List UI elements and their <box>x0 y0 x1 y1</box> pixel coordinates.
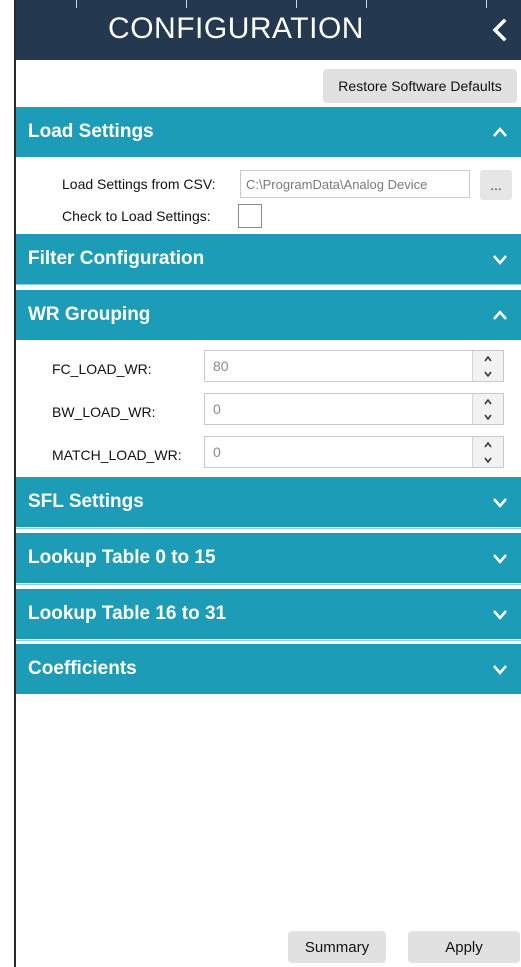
decrement-button[interactable] <box>473 409 503 424</box>
chevron-down-icon <box>493 255 507 265</box>
apply-button[interactable]: Apply <box>408 931 520 963</box>
section-load-settings[interactable]: Load Settings <box>16 107 521 157</box>
section-title: Filter Configuration <box>28 248 205 269</box>
section-divider <box>16 584 521 585</box>
bw-load-wr-stepper[interactable]: 0 <box>204 393 504 425</box>
summary-button[interactable]: Summary <box>288 931 386 963</box>
collapse-panel-button[interactable] <box>485 16 513 44</box>
chevron-down-icon <box>493 665 507 675</box>
section-wr-grouping[interactable]: WR Grouping <box>16 290 521 340</box>
section-divider <box>16 528 521 529</box>
stepper-buttons <box>472 394 503 424</box>
section-lookup-table-16-31[interactable]: Lookup Table 16 to 31 <box>16 589 521 639</box>
csv-path-label: Load Settings from CSV: <box>62 176 216 192</box>
section-title: Coefficients <box>28 658 137 679</box>
section-divider <box>16 640 521 641</box>
restore-defaults-button[interactable]: Restore Software Defaults <box>323 69 517 103</box>
stepper-value: 0 <box>213 401 221 417</box>
section-divider <box>16 284 521 285</box>
caret-up-icon <box>484 441 492 447</box>
increment-button[interactable] <box>473 351 503 366</box>
panel-header: CONFIGURATION <box>16 0 521 60</box>
load-settings-check-label: Check to Load Settings: <box>62 208 211 224</box>
csv-path-input[interactable]: C:\ProgramData\Analog Device <box>240 170 470 198</box>
increment-button[interactable] <box>473 394 503 409</box>
match-load-wr-label: MATCH_LOAD_WR: <box>52 447 182 463</box>
load-settings-checkbox[interactable] <box>238 204 262 228</box>
section-title: Load Settings <box>28 121 154 142</box>
increment-button[interactable] <box>473 437 503 452</box>
caret-down-icon <box>484 371 492 377</box>
chevron-down-icon <box>493 498 507 508</box>
stepper-value: 80 <box>213 358 229 374</box>
chevron-up-icon <box>493 310 507 320</box>
caret-down-icon <box>484 414 492 420</box>
stepper-buttons <box>472 351 503 381</box>
stepper-value: 0 <box>213 444 221 460</box>
section-title: Lookup Table 16 to 31 <box>28 603 227 624</box>
caret-up-icon <box>484 355 492 361</box>
decrement-button[interactable] <box>473 366 503 381</box>
section-lookup-table-0-15[interactable]: Lookup Table 0 to 15 <box>16 533 521 583</box>
section-title: SFL Settings <box>28 491 144 512</box>
browse-button[interactable]: ... <box>480 170 512 200</box>
fc-load-wr-stepper[interactable]: 80 <box>204 350 504 382</box>
chevron-left-icon <box>492 19 507 41</box>
bw-load-wr-label: BW_LOAD_WR: <box>52 404 156 420</box>
chevron-down-icon <box>493 554 507 564</box>
section-title: WR Grouping <box>28 304 151 325</box>
configuration-panel: CONFIGURATION Restore Software Defaults … <box>14 0 521 967</box>
chevron-up-icon <box>493 127 507 137</box>
section-filter-configuration[interactable]: Filter Configuration <box>16 234 521 284</box>
stepper-buttons <box>472 437 503 467</box>
caret-up-icon <box>484 398 492 404</box>
fc-load-wr-label: FC_LOAD_WR: <box>52 361 152 377</box>
decrement-button[interactable] <box>473 452 503 467</box>
page-title: CONFIGURATION <box>108 12 364 45</box>
caret-down-icon <box>484 457 492 463</box>
section-sfl-settings[interactable]: SFL Settings <box>16 477 521 527</box>
section-coefficients[interactable]: Coefficients <box>16 644 521 694</box>
chevron-down-icon <box>493 610 507 620</box>
section-title: Lookup Table 0 to 15 <box>28 547 216 568</box>
match-load-wr-stepper[interactable]: 0 <box>204 436 504 468</box>
